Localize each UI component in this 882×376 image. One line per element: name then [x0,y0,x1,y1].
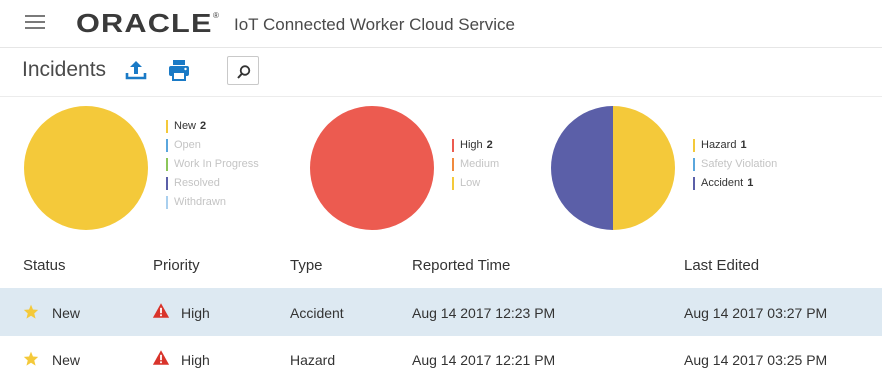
legend-item-low[interactable]: Low [452,174,499,193]
legend-label: Resolved [174,177,220,189]
type-cell: Accident [290,305,344,321]
legend-item-new[interactable]: New 2 [166,117,259,136]
legend-label: Low [460,177,481,189]
table-header: Status Priority Type Reported Time Last … [0,250,882,284]
legend-item-work-in-progress[interactable]: Work In Progress [166,155,259,174]
legend-item-medium[interactable]: Medium [452,155,499,174]
legend-item-withdrawn[interactable]: Withdrawn [166,193,259,212]
legend-label: High [460,139,483,151]
column-header-last-edited[interactable]: Last Edited [684,257,759,274]
search-button[interactable] [227,56,259,85]
legend-item-safety-violation[interactable]: Safety Violation [693,155,777,174]
legend-color-swatch [452,158,454,171]
priority-legend: High 2 Medium Low [452,136,499,193]
legend-color-swatch [166,177,168,190]
column-header-type[interactable]: Type [290,257,323,274]
legend-label: Safety Violation [701,158,778,170]
legend-color-swatch [166,139,168,152]
pie-slice-high[interactable] [310,106,434,230]
legend-color-swatch [693,177,695,190]
print-icon[interactable] [167,58,191,82]
type-pie-chart[interactable] [551,106,675,230]
legend-color-swatch [693,158,695,171]
legend-count: 2 [200,120,207,132]
priority-pie-chart[interactable] [310,106,434,230]
legend-item-resolved[interactable]: Resolved [166,174,259,193]
legend-label: Accident [701,177,744,189]
legend-color-swatch [452,139,454,152]
table-row[interactable]: New High Accident Aug 14 2017 12:23 PM A… [0,288,882,336]
status-pie-chart[interactable] [24,106,148,230]
legend-label: Work In Progress [174,158,259,170]
legend-count: 1 [740,139,747,151]
status-legend: New 2 Open Work In Progress Resolved Withdraw… [166,117,259,212]
header-divider [0,47,882,48]
type-cell: Hazard [290,352,336,368]
status-cell: New [52,352,81,368]
last-edited-cell: Aug 14 2017 03:27 PM [684,305,828,321]
legend-item-high[interactable]: High 2 [452,136,499,155]
column-header-reported-time[interactable]: Reported Time [412,257,510,274]
star-icon [23,304,39,319]
upload-icon[interactable] [124,59,148,81]
legend-color-swatch [693,139,695,152]
hamburger-menu-icon[interactable] [25,14,45,30]
app-title: IoT Connected Worker Cloud Service [234,15,515,34]
legend-item-hazard[interactable]: Hazard 1 [693,136,777,155]
pie-slice-new[interactable] [24,106,148,230]
reported-time-cell: Aug 14 2017 12:23 PM [412,305,556,321]
pie-slice-accident[interactable] [551,106,613,230]
reported-time-cell: Aug 14 2017 12:21 PM [412,352,556,368]
legend-count: 2 [486,139,493,151]
toolbar-divider [0,96,882,97]
search-icon [237,65,251,79]
warning-icon [152,303,170,318]
registered-mark: ® [213,11,219,20]
star-icon [23,351,39,366]
legend-color-swatch [452,177,454,190]
warning-icon [152,350,170,365]
legend-color-swatch [166,158,168,171]
page-title: Incidents [22,58,107,81]
app-header: ORACLE ® IoT Connected Worker Cloud Serv… [0,0,882,48]
legend-label: Hazard [701,139,737,151]
legend-label: Withdrawn [174,196,226,208]
pie-slice-hazard[interactable] [613,106,675,230]
legend-label: Medium [460,158,500,170]
table-row[interactable]: New High Hazard Aug 14 2017 12:21 PM Aug… [0,336,882,376]
oracle-logo: ORACLE [76,8,213,38]
priority-cell: High [181,305,210,321]
legend-count: 1 [747,177,754,189]
legend-label: New [174,120,197,132]
column-header-priority[interactable]: Priority [153,257,200,274]
legend-label: Open [174,139,201,151]
priority-cell: High [181,352,210,368]
legend-color-swatch [166,196,168,209]
legend-color-swatch [166,120,168,133]
status-cell: New [52,305,81,321]
type-legend: Hazard 1 Safety Violation Accident 1 [693,136,777,193]
column-header-status[interactable]: Status [23,257,66,274]
legend-item-accident[interactable]: Accident 1 [693,174,777,193]
last-edited-cell: Aug 14 2017 03:25 PM [684,352,828,368]
legend-item-open[interactable]: Open [166,136,259,155]
